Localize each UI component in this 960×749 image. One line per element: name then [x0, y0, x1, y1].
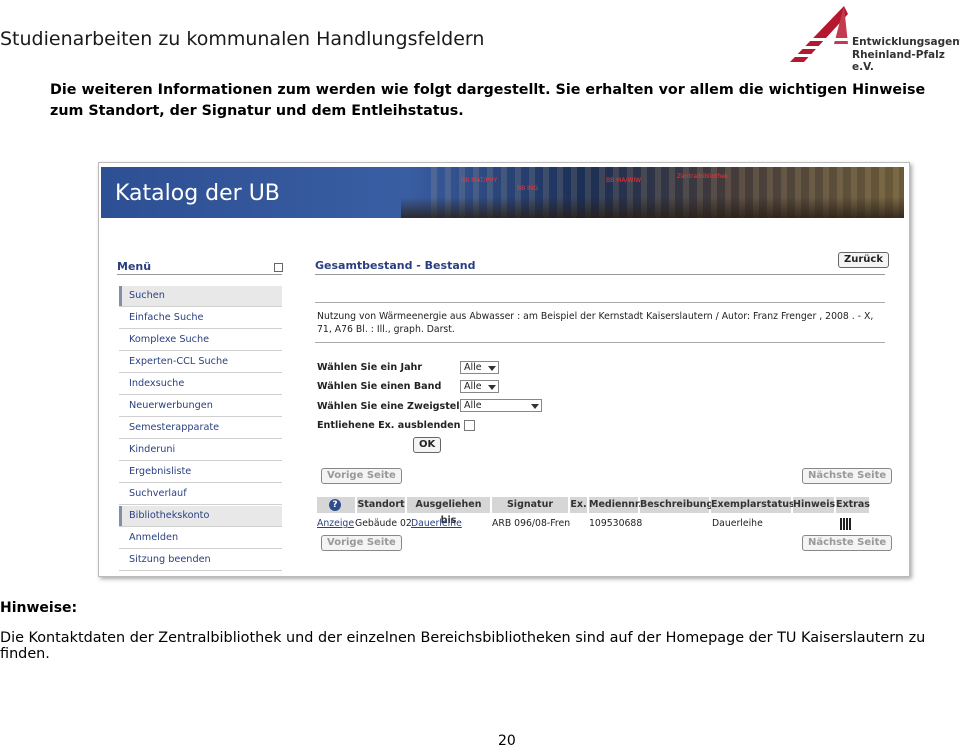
menu-item-label: Semesterapparate	[129, 422, 220, 433]
divider	[315, 342, 885, 343]
divider	[315, 274, 885, 275]
status-cell: Dauerleihe	[712, 518, 763, 529]
table-header: Standort	[357, 497, 405, 513]
page-number: 20	[498, 733, 516, 749]
menu-item-label: Komplexe Suche	[129, 334, 210, 345]
hide-borrowed-checkbox[interactable]	[464, 420, 475, 431]
menu-item-einfache-suche[interactable]: Einfache Suche	[119, 308, 282, 329]
menu-item-indexsuche[interactable]: Indexsuche	[119, 374, 282, 395]
year-select[interactable]: Alle	[460, 361, 499, 374]
standort-cell: Gebäude 02	[355, 518, 412, 529]
table-header: Beschreibung	[640, 497, 713, 513]
document-title: Studienarbeiten zu kommunalen Handlungsf…	[0, 28, 485, 50]
banner-title: Katalog der UB	[115, 181, 280, 206]
organization-logo: Entwicklungsagentur Rheinland-Pfalz e.V.	[786, 4, 960, 73]
chevron-down-icon	[488, 366, 496, 371]
next-page-button[interactable]: Nächste Seite	[802, 535, 893, 551]
prev-page-button[interactable]: Vorige Seite	[321, 535, 402, 551]
band-label: Wählen Sie einen Band	[317, 381, 442, 392]
content-title: Gesamtbestand - Bestand	[315, 259, 476, 272]
menu-item-label: Einfache Suche	[129, 312, 204, 323]
dauerleihe-link[interactable]: Dauerleihe	[411, 518, 462, 529]
table-header: Ausgeliehen bis	[407, 497, 490, 526]
menu-item-suchen[interactable]: Suchen	[119, 286, 282, 307]
ok-button[interactable]: OK	[413, 437, 442, 453]
banner-ground	[401, 197, 904, 218]
table-header: Signatur	[492, 497, 568, 513]
branch-select[interactable]: Alle	[460, 399, 542, 412]
menu-item-experten-suche[interactable]: Experten-CCL Suche	[119, 352, 282, 373]
menu-item-label: Neuerwerbungen	[129, 400, 213, 411]
menu-item-label: Anmelden	[129, 532, 179, 543]
band-select[interactable]: Alle	[460, 380, 499, 393]
menu-collapse-icon[interactable]	[274, 263, 283, 272]
signatur-cell: ARB 096/08-Fren	[492, 518, 571, 529]
menu-item-ergebnisliste[interactable]: Ergebnisliste	[119, 462, 282, 483]
logo-mark-icon	[788, 6, 848, 62]
table-header: Extras	[836, 497, 870, 513]
logo-text-line1: Entwicklungsagentur	[852, 36, 960, 48]
divider	[315, 302, 885, 303]
catalog-screenshot: Katalog der UB BB MAT/PHY BB ING BB MA/W…	[98, 162, 910, 577]
menu-item-label: Indexsuche	[129, 378, 185, 389]
year-select-value: Alle	[464, 362, 482, 373]
active-indicator	[119, 506, 122, 526]
table-header: Hinweis	[793, 497, 835, 513]
divider	[117, 274, 282, 275]
year-label: Wählen Sie ein Jahr	[317, 362, 423, 373]
table-header: Mediennr.	[589, 497, 642, 513]
chevron-down-icon	[531, 404, 539, 409]
menu-item-anmelden[interactable]: Anmelden	[119, 528, 282, 549]
menu-item-label: Experten-CCL Suche	[129, 356, 229, 367]
hinweise-heading: Hinweise:	[0, 600, 78, 616]
menu-item-semesterapparate[interactable]: Semesterapparate	[119, 418, 282, 439]
next-page-button[interactable]: Nächste Seite	[802, 468, 893, 484]
banner-tag[interactable]: BB MA/WIW	[606, 177, 641, 184]
menu-item-label: Bibliothekskonto	[129, 510, 210, 521]
menu-item-sitzung-beenden[interactable]: Sitzung beenden	[119, 550, 282, 571]
hinweise-text: Die Kontaktdaten der Zentralbibliothek u…	[0, 630, 926, 662]
qr-code-icon[interactable]	[840, 518, 852, 530]
menu-item-suchverlauf[interactable]: Suchverlauf	[119, 484, 282, 505]
menu-item-label: Suchverlauf	[129, 488, 187, 499]
banner-tag[interactable]: BB MAT/PHY	[461, 177, 497, 184]
menu-item-komplexe-suche[interactable]: Komplexe Suche	[119, 330, 282, 351]
menu-item-label: Kinderuni	[129, 444, 176, 455]
banner-tag[interactable]: Zentralbibliothek	[677, 173, 728, 180]
branch-select-value: Alle	[464, 400, 482, 411]
menu-item-kinderuni[interactable]: Kinderuni	[119, 440, 282, 461]
menu-title: Menü	[117, 260, 152, 273]
logo-text-line2: Rheinland-Pfalz e.V.	[852, 49, 945, 73]
record-description: Nutzung von Wärmeenergie aus Abwasser : …	[317, 311, 874, 335]
branch-label: Wählen Sie eine Zweigstelle	[317, 401, 470, 412]
intro-paragraph: Die weiteren Informationen zum werden wi…	[50, 82, 926, 119]
prev-page-button[interactable]: Vorige Seite	[321, 468, 402, 484]
anzeige-link[interactable]: Anzeige	[317, 518, 354, 529]
band-select-value: Alle	[464, 381, 482, 392]
active-indicator	[119, 286, 122, 306]
menu-item-label: Ergebnisliste	[129, 466, 192, 477]
menu-item-label: Suchen	[129, 290, 165, 301]
mediennr-cell: 109530688	[589, 518, 643, 529]
menu-item-label: Sitzung beenden	[129, 554, 211, 565]
catalog-banner: Katalog der UB BB MAT/PHY BB ING BB MA/W…	[101, 167, 904, 218]
chevron-down-icon	[488, 385, 496, 390]
back-button[interactable]: Zurück	[838, 252, 889, 268]
menu-item-neuerwerbungen[interactable]: Neuerwerbungen	[119, 396, 282, 417]
table-header: Exemplarstatus	[711, 497, 795, 513]
banner-tag[interactable]: BB ING	[517, 185, 538, 192]
help-icon[interactable]: ?	[329, 499, 341, 511]
hide-borrowed-label: Entliehene Ex. ausblenden	[317, 420, 461, 431]
menu-item-bibliothekskonto[interactable]: Bibliothekskonto	[119, 506, 282, 527]
table-header: Ex.	[570, 497, 587, 513]
